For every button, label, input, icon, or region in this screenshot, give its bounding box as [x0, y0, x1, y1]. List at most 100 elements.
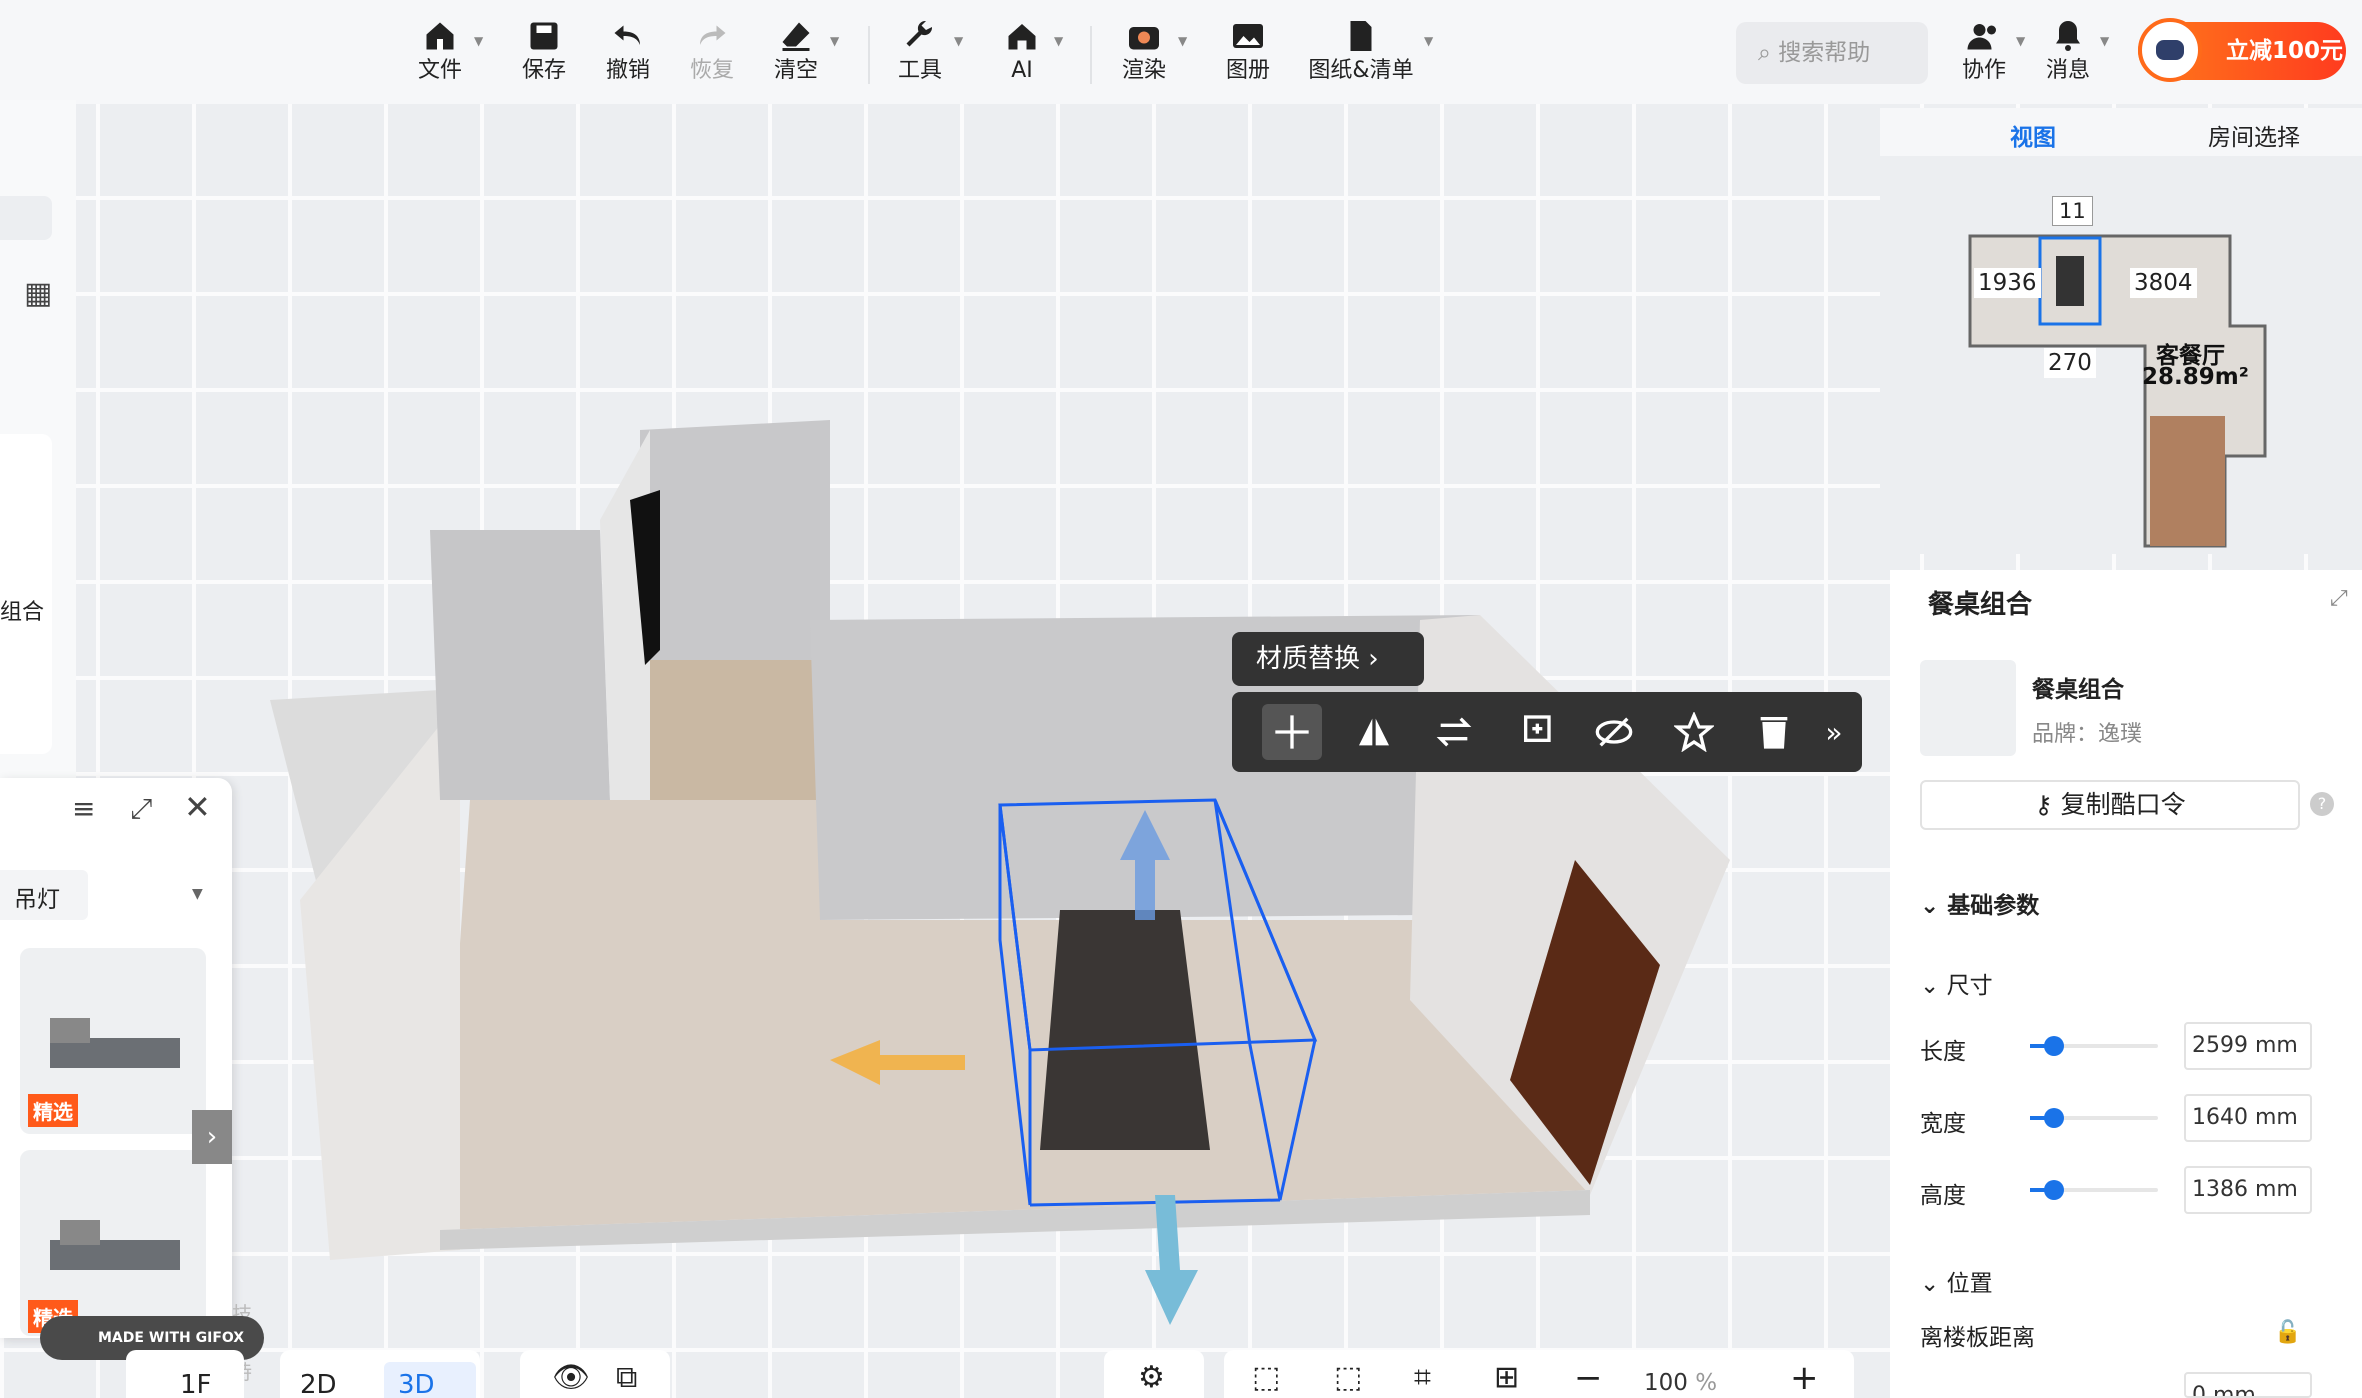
- panel-title: 餐桌组合: [1928, 590, 2033, 620]
- document-icon: [1306, 14, 1416, 58]
- dim-bottom: 270: [2044, 348, 2096, 378]
- help-icon[interactable]: ?: [2310, 792, 2334, 816]
- close-icon[interactable]: ✕: [184, 788, 211, 826]
- clear-caret-icon[interactable]: ▼: [830, 34, 839, 48]
- fit-icon[interactable]: ⬚: [1252, 1360, 1280, 1395]
- messages-button[interactable]: 消息: [2038, 14, 2098, 90]
- top-toolbar: 文件 ▼ 保存 撤销 恢复 清空 ▼ 工具 ▼ AI ▼ 渲染 ▼ 图册 图纸&…: [0, 0, 2362, 104]
- move-icon[interactable]: [1262, 704, 1322, 760]
- eraser-icon: [766, 14, 826, 58]
- basic-params-header[interactable]: ⌄ 基础参数: [1920, 886, 2039, 920]
- object-context-toolbar: »: [1232, 692, 1862, 772]
- picture-icon: [1218, 14, 1278, 58]
- expand-panel-icon[interactable]: ⤢: [2330, 586, 2348, 611]
- save-button[interactable]: 保存: [514, 14, 574, 90]
- ai-button[interactable]: AI: [992, 14, 1052, 90]
- zoom-out-icon[interactable]: −: [1574, 1358, 1603, 1398]
- render-button[interactable]: 渲染: [1114, 14, 1174, 90]
- next-arrow-icon[interactable]: ›: [192, 1110, 232, 1164]
- tools-button[interactable]: 工具: [890, 14, 950, 90]
- render-caret-icon[interactable]: ▼: [1178, 34, 1187, 48]
- tools-caret-icon[interactable]: ▼: [954, 34, 963, 48]
- collab-caret-icon[interactable]: ▼: [2016, 34, 2025, 48]
- mode-3d-button[interactable]: 3D: [384, 1362, 476, 1398]
- chevron-down-icon[interactable]: ▼: [192, 886, 203, 902]
- product-card[interactable]: 精选: [20, 948, 206, 1134]
- toggle-tool: ⚙: [1104, 1350, 1204, 1398]
- toolbar-divider: [1090, 26, 1092, 84]
- undo-button[interactable]: 撤销: [598, 14, 658, 90]
- help-search-input[interactable]: ⌕ 搜索帮助: [1736, 22, 1928, 84]
- hide-icon[interactable]: [1584, 704, 1644, 760]
- zoom-input[interactable]: 100 %: [1644, 1370, 1764, 1396]
- expand-icon[interactable]: ⤢: [130, 792, 152, 826]
- length-input[interactable]: 2599 mm: [2184, 1022, 2312, 1070]
- clear-button[interactable]: 清空: [766, 14, 826, 90]
- chevron-right-icon: ›: [1368, 644, 1379, 674]
- duplicate-icon[interactable]: [1504, 704, 1564, 760]
- swap-icon[interactable]: [1424, 704, 1484, 760]
- undo-icon: [598, 14, 658, 58]
- chevron-down-icon: ⌄: [1920, 893, 1948, 919]
- album-button[interactable]: 图册: [1218, 14, 1278, 90]
- fit-settings-icon[interactable]: ⬚: [1334, 1360, 1362, 1395]
- width-slider[interactable]: [2030, 1108, 2158, 1128]
- file-caret-icon[interactable]: ▼: [474, 34, 483, 48]
- featured-badge: 精选: [28, 1094, 78, 1127]
- robot-avatar-icon[interactable]: [2138, 18, 2202, 82]
- drawings-caret-icon[interactable]: ▼: [1424, 34, 1433, 48]
- material-replace-button[interactable]: 材质替换 ›: [1232, 632, 1424, 686]
- chevron-down-icon: ⌄: [1920, 1271, 1947, 1297]
- home-icon: [410, 14, 470, 58]
- grid-view-icon[interactable]: ▦: [24, 276, 52, 311]
- camera-icon: [1114, 14, 1174, 58]
- cube-icon[interactable]: ⧉: [616, 1360, 637, 1395]
- item-thumbnail: [1920, 660, 2016, 756]
- category-select[interactable]: 吊灯: [0, 870, 88, 920]
- height-slider[interactable]: [2030, 1180, 2158, 1200]
- star-icon[interactable]: [1664, 704, 1724, 760]
- file-button[interactable]: 文件: [410, 14, 470, 90]
- key-icon: ⚷: [2034, 790, 2061, 819]
- minimap-tabs: 视图 房间选择: [1880, 108, 2362, 156]
- floor-plan[interactable]: [1880, 156, 2362, 554]
- catalog-card[interactable]: 组合: [0, 434, 52, 754]
- size-header[interactable]: ⌄ 尺寸: [1920, 966, 1993, 1000]
- width-label: 宽度: [1920, 1111, 1966, 1137]
- mirror-icon[interactable]: [1344, 704, 1404, 760]
- sort-icon[interactable]: ≡: [72, 792, 95, 825]
- collab-button[interactable]: 协作: [1954, 14, 2014, 90]
- messages-caret-icon[interactable]: ▼: [2100, 34, 2109, 48]
- ai-caret-icon[interactable]: ▼: [1054, 34, 1063, 48]
- search-icon: ⌕: [1758, 40, 1779, 66]
- minimap-panel: 视图 房间选择 11 1936 3804 270 客餐厅 28.89m²: [1880, 108, 2362, 554]
- mode-2d-button[interactable]: 2D: [300, 1370, 337, 1398]
- eye-icon[interactable]: 👁: [552, 1360, 590, 1395]
- users-icon: [1954, 14, 2014, 58]
- copy-code-button[interactable]: ⚷ 复制酷口令: [1920, 780, 2300, 830]
- redo-button[interactable]: 恢复: [682, 14, 742, 90]
- redo-icon: [682, 14, 742, 58]
- floor-distance-input[interactable]: 0 mm: [2184, 1372, 2312, 1398]
- drawings-button[interactable]: 图纸&清单: [1306, 14, 1416, 90]
- floor-selector[interactable]: 1F: [126, 1350, 244, 1398]
- zoom-in-icon[interactable]: +: [1790, 1358, 1819, 1398]
- focus-icon[interactable]: ⌗: [1414, 1360, 1431, 1395]
- trash-icon[interactable]: [1744, 704, 1804, 760]
- length-slider[interactable]: [2030, 1036, 2158, 1056]
- tab-view[interactable]: 视图: [2010, 118, 2056, 152]
- left-search-box[interactable]: [0, 196, 52, 240]
- floor-distance-label: 离楼板距离: [1920, 1325, 2035, 1351]
- tab-room-select[interactable]: 房间选择: [2208, 118, 2300, 152]
- width-input[interactable]: 1640 mm: [2184, 1094, 2312, 1142]
- bell-icon: [2038, 14, 2098, 58]
- position-header[interactable]: ⌄ 位置: [1920, 1264, 1993, 1298]
- add-view-icon[interactable]: ⊞: [1494, 1360, 1519, 1395]
- toggle-icon[interactable]: ⚙: [1138, 1360, 1165, 1395]
- dim-right: 3804: [2130, 268, 2197, 298]
- height-input[interactable]: 1386 mm: [2184, 1166, 2312, 1214]
- product-card[interactable]: 精选: [20, 1150, 206, 1336]
- more-chevron-icon[interactable]: »: [1814, 704, 1854, 760]
- dim-top: 11: [2052, 196, 2093, 226]
- lock-icon[interactable]: 🔓: [2274, 1320, 2301, 1345]
